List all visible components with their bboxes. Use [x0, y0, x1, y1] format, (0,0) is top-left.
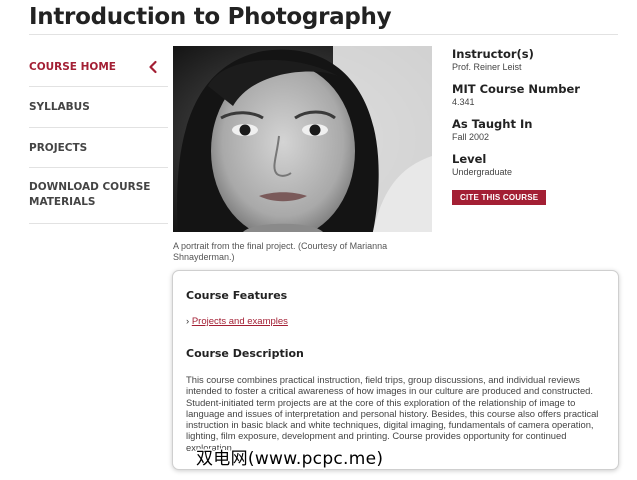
level-label: Level [452, 152, 487, 166]
level-value: Undergraduate [452, 167, 513, 177]
sidebar-item-syllabus[interactable]: SYLLABUS [29, 87, 168, 128]
sidebar-item-label: SYLLABUS [29, 101, 90, 113]
course-info-panel: Instructor(s) Prof. Reiner Leist MIT Cou… [452, 47, 622, 205]
feature-list-item: › Projects and examples [186, 316, 288, 327]
photo-caption: A portrait from the final project. (Cour… [173, 241, 388, 262]
cite-this-course-button[interactable]: CITE THIS COURSE [452, 190, 547, 205]
course-number-value: 4.341 [452, 97, 475, 107]
instructor-label: Instructor(s) [452, 47, 534, 61]
sidebar-item-course-home[interactable]: COURSE HOME [29, 46, 168, 87]
sidebar-item-label: COURSE HOME [29, 61, 116, 73]
sidebar-item-download-course-materials[interactable]: DOWNLOAD COURSE MATERIALS [29, 168, 168, 224]
course-overview-card: Course Features › Projects and examples … [172, 270, 619, 470]
course-number-label: MIT Course Number [452, 82, 580, 96]
title-divider [29, 34, 618, 35]
course-description-text: This course combines practical instructi… [186, 374, 599, 453]
course-description-heading: Course Description [186, 347, 304, 360]
sidebar-nav: COURSE HOME SYLLABUS PROJECTS DOWNLOAD C… [29, 46, 168, 224]
instructor-value: Prof. Reiner Leist [452, 62, 522, 72]
chevron-right-icon: › [186, 316, 190, 327]
taught-in-value: Fall 2002 [452, 132, 490, 142]
page-title: Introduction to Photography [29, 4, 392, 30]
chevron-left-icon[interactable] [146, 60, 160, 74]
portrait-image [173, 46, 432, 232]
course-portrait-photo [173, 46, 432, 232]
course-features-heading: Course Features [186, 289, 288, 302]
sidebar-item-label: DOWNLOAD COURSE MATERIALS [29, 181, 151, 208]
sidebar-item-projects[interactable]: PROJECTS [29, 128, 168, 168]
sidebar-item-label: PROJECTS [29, 142, 88, 154]
taught-in-label: As Taught In [452, 117, 533, 131]
watermark: 双电网(www.pcpc.me) [196, 449, 384, 469]
projects-and-examples-link[interactable]: Projects and examples [192, 316, 288, 327]
